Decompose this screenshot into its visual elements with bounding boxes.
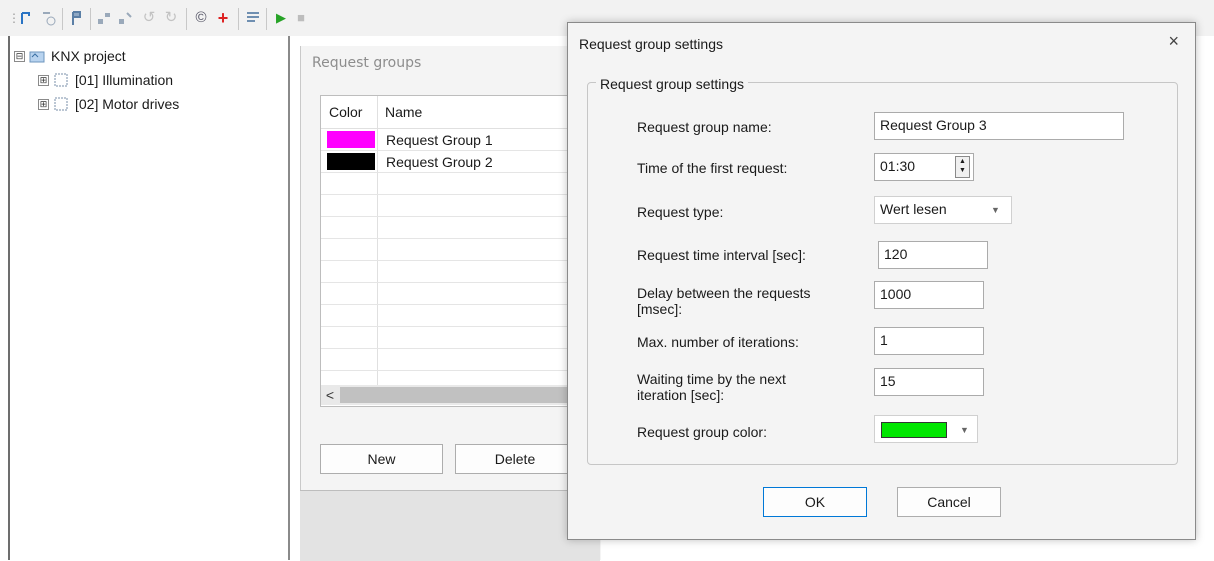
request-type-label: Request type: — [637, 204, 724, 220]
splitter[interactable] — [288, 36, 290, 560]
tree-root[interactable]: ⊟ KNX project — [14, 44, 294, 68]
row-name: Request Group 1 — [386, 132, 493, 148]
waiting-time-input[interactable]: 15 — [874, 368, 984, 396]
row-name: Request Group 2 — [386, 154, 493, 170]
time-spinner[interactable]: ▲ ▼ — [955, 156, 970, 178]
table-row[interactable]: Request Group 2 — [321, 151, 576, 173]
delay-label: Delay between the requests [msec]: — [637, 285, 811, 317]
undo-icon[interactable]: ↺ — [140, 9, 158, 27]
move-out-icon[interactable] — [116, 9, 134, 27]
close-icon[interactable]: × — [1168, 31, 1179, 52]
flag-icon[interactable] — [68, 9, 86, 27]
tree-item-label: [02] Motor drives — [75, 96, 180, 112]
color-swatch — [327, 131, 375, 148]
list-icon[interactable] — [244, 9, 262, 27]
interval-input[interactable]: 120 — [878, 241, 988, 269]
delay-label-line1: Delay between the requests — [637, 285, 811, 301]
new-button[interactable]: New — [320, 444, 443, 474]
collapse-icon[interactable]: ⊟ — [14, 50, 25, 62]
play-icon[interactable]: ▶ — [272, 9, 290, 27]
group-icon — [54, 97, 68, 111]
group-name-input[interactable]: Request Group 3 — [874, 112, 1124, 140]
max-iterations-input[interactable]: 1 — [874, 327, 984, 355]
redo-icon[interactable]: ↻ — [162, 9, 180, 27]
request-type-value: Wert lesen — [880, 201, 947, 217]
scroll-left-icon[interactable]: < — [322, 386, 338, 404]
left-border — [8, 36, 10, 560]
dialog-title: Request group settings — [579, 36, 723, 52]
waiting-time-label-line1: Waiting time by the next — [637, 371, 786, 387]
group-color-label: Request group color: — [637, 424, 767, 440]
interval-label: Request time interval [sec]: — [637, 247, 806, 263]
copyright-icon[interactable]: © — [192, 9, 210, 27]
table-row[interactable]: Request Group 1 — [321, 129, 576, 151]
tree-item-label: [01] Illumination — [75, 72, 174, 88]
color-swatch — [327, 153, 375, 170]
tree-item-motor-drives[interactable]: ⊞ [02] Motor drives — [38, 92, 294, 116]
add-node-icon[interactable] — [18, 9, 36, 27]
waiting-time-label-line2: iteration [sec]: — [637, 387, 725, 403]
request-groups-table: Color Name Request Group 1 Request Group… — [320, 95, 577, 407]
table-header: Color Name — [321, 96, 576, 129]
request-groups-title: Request groups — [312, 55, 422, 71]
group-icon — [54, 73, 68, 87]
delay-label-line2: [msec]: — [637, 301, 683, 317]
add-sub-icon[interactable] — [40, 9, 58, 27]
bottom-panel — [300, 490, 600, 561]
group-name-label: Request group name: — [637, 119, 772, 135]
expand-icon[interactable]: ⊞ — [38, 74, 49, 86]
expand-icon[interactable]: ⊞ — [38, 98, 49, 110]
stop-icon[interactable]: ■ — [292, 9, 310, 27]
delete-button[interactable]: Delete — [455, 444, 575, 474]
red-cross-icon[interactable]: + — [214, 9, 232, 27]
request-group-settings-dialog: Request group settings × Request group s… — [567, 22, 1196, 540]
delay-input[interactable]: 1000 — [874, 281, 984, 309]
tree-root-label: KNX project — [51, 48, 126, 64]
project-icon — [29, 51, 45, 63]
waiting-time-label: Waiting time by the next iteration [sec]… — [637, 371, 786, 403]
column-color[interactable]: Color — [329, 104, 362, 120]
move-in-icon[interactable] — [95, 9, 113, 27]
tree-item-illumination[interactable]: ⊞ [01] Illumination — [38, 68, 294, 92]
chevron-down-icon[interactable]: ▼ — [960, 425, 969, 435]
column-name[interactable]: Name — [385, 104, 422, 120]
color-swatch — [881, 422, 947, 438]
scrollbar-thumb[interactable] — [340, 387, 575, 403]
ok-button[interactable]: OK — [763, 487, 867, 517]
first-request-time-label: Time of the first request: — [637, 160, 788, 176]
groupbox-legend: Request group settings — [596, 76, 748, 92]
max-iterations-label: Max. number of iterations: — [637, 334, 799, 350]
chevron-down-icon[interactable]: ▼ — [991, 205, 1000, 215]
project-tree: ⊟ KNX project ⊞ [01] Illumination ⊞ [02]… — [14, 44, 294, 116]
cancel-button[interactable]: Cancel — [897, 487, 1001, 517]
